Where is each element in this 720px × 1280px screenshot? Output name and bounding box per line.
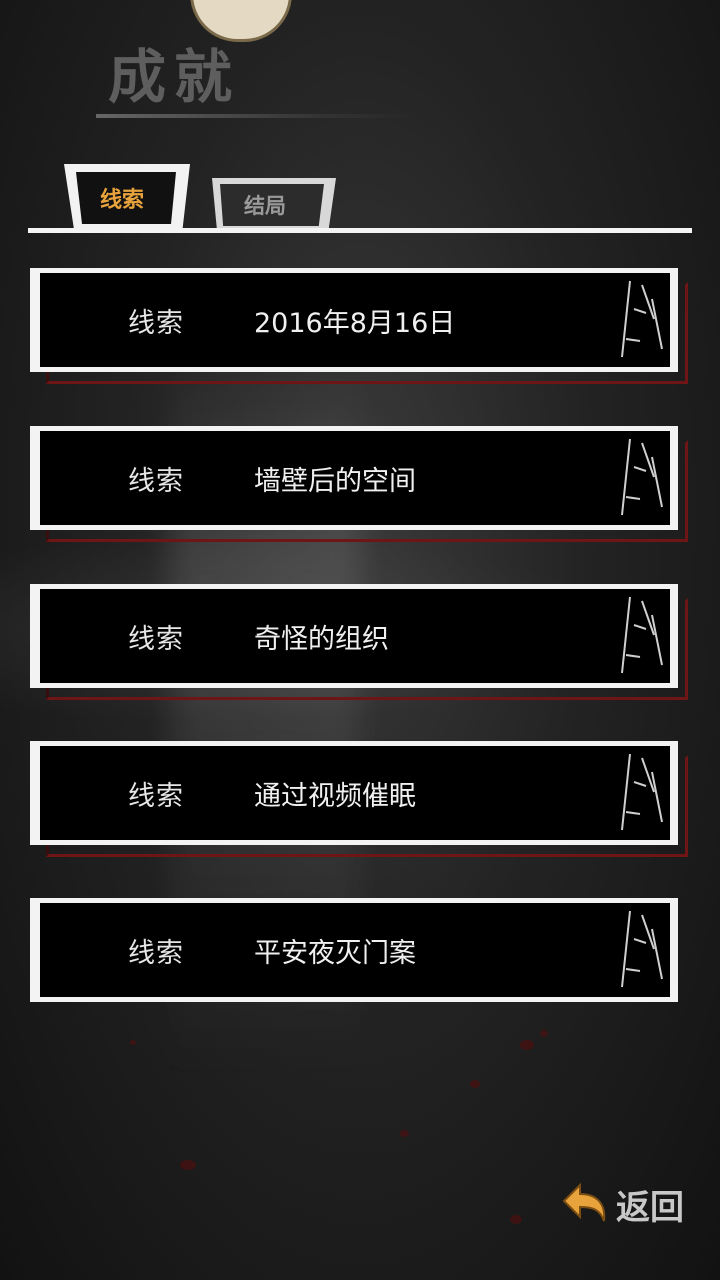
entry-name: 奇怪的组织 bbox=[254, 623, 389, 655]
entry-kind: 线索 bbox=[128, 780, 184, 812]
scratch-texture-icon bbox=[621, 438, 663, 516]
blood-splatter bbox=[130, 1040, 136, 1045]
entry-name: 平安夜灭门案 bbox=[254, 937, 416, 969]
scratch-texture-icon bbox=[621, 596, 663, 674]
entry-name: 通过视频催眠 bbox=[254, 780, 416, 812]
blood-splatter bbox=[520, 1040, 534, 1050]
scratch-texture-icon bbox=[621, 753, 663, 831]
tab-clues[interactable]: 线索 bbox=[64, 164, 190, 230]
tab-endings-label: 结局 bbox=[244, 194, 286, 218]
blood-splatter bbox=[470, 1080, 480, 1088]
back-button-label: 返回 bbox=[616, 1187, 684, 1228]
blood-splatter bbox=[400, 1130, 409, 1137]
scratch-texture-icon bbox=[621, 910, 663, 988]
entry-name: 2016年8月16日 bbox=[254, 307, 456, 339]
blood-splatter bbox=[180, 1160, 196, 1170]
tab-endings[interactable]: 结局 bbox=[212, 178, 336, 230]
tab-divider bbox=[28, 228, 692, 233]
page-title: 成就 bbox=[108, 43, 241, 111]
entry-name: 墙壁后的空间 bbox=[254, 465, 416, 497]
tab-clues-label: 线索 bbox=[99, 188, 144, 213]
entry-card-1[interactable]: 线索 2016年8月16日 bbox=[30, 268, 688, 384]
title-divider bbox=[96, 114, 416, 118]
entry-card-4[interactable]: 线索 通过视频催眠 bbox=[30, 741, 688, 857]
scratch-texture-icon bbox=[621, 280, 663, 358]
entry-kind: 线索 bbox=[128, 307, 184, 339]
blood-splatter bbox=[540, 1030, 548, 1037]
entry-kind: 线索 bbox=[128, 623, 184, 655]
entry-card-2[interactable]: 线索 墙壁后的空间 bbox=[30, 426, 688, 542]
back-button[interactable]: 返回 bbox=[560, 1178, 694, 1230]
entry-kind: 线索 bbox=[128, 465, 184, 497]
entry-card-3[interactable]: 线索 奇怪的组织 bbox=[30, 584, 688, 700]
entry-kind: 线索 bbox=[128, 937, 184, 969]
return-arrow-icon bbox=[562, 1182, 606, 1222]
blood-splatter bbox=[510, 1215, 522, 1224]
entry-card-5[interactable]: 线索 平安夜灭门案 bbox=[30, 898, 678, 1002]
